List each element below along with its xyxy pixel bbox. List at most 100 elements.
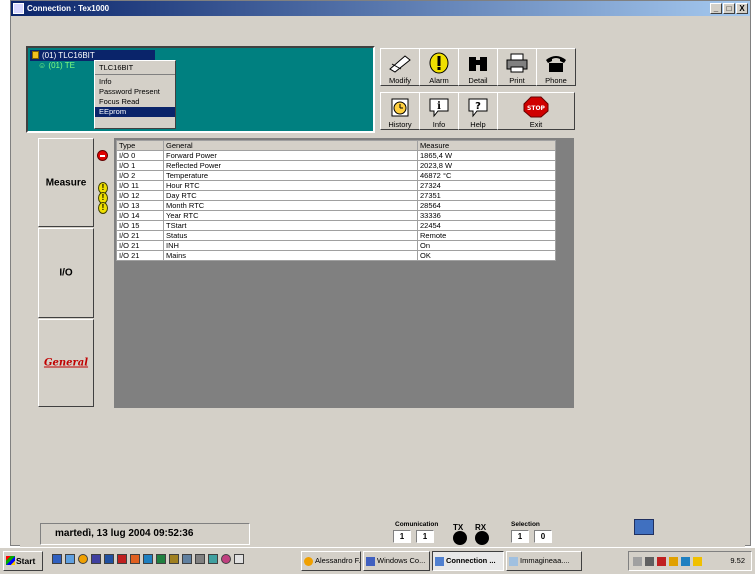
phone-label: Phone bbox=[545, 76, 567, 85]
tx-led-icon bbox=[453, 531, 467, 545]
measure-cell: On bbox=[417, 240, 556, 251]
detail-button[interactable]: Detail bbox=[458, 48, 498, 86]
table-row[interactable]: I/O 21 Mains OK bbox=[116, 250, 556, 261]
close-button[interactable]: X bbox=[736, 3, 748, 14]
table-row[interactable]: I/O 0 Forward Power 1865,4 W bbox=[116, 150, 556, 161]
task-windows-commander[interactable]: Windows Co... bbox=[363, 551, 430, 571]
type-cell: I/O 12 bbox=[116, 190, 164, 201]
tool-icon[interactable] bbox=[169, 554, 179, 564]
bluetooth-icon[interactable] bbox=[681, 557, 690, 566]
computer-icon bbox=[634, 519, 654, 535]
svg-text:?: ? bbox=[475, 101, 481, 112]
status-bar: martedì, 13 lug 2004 09:52:36 Comunicati… bbox=[20, 519, 745, 549]
table-row[interactable]: I/O 13 Month RTC 28564 bbox=[116, 200, 556, 211]
general-cell: Status bbox=[163, 230, 418, 241]
system-tray: 9.52 bbox=[628, 551, 752, 571]
ie-icon[interactable] bbox=[52, 554, 62, 564]
connection-app-icon bbox=[435, 557, 444, 566]
minimize-button[interactable]: _ bbox=[710, 3, 722, 14]
utility-icon[interactable] bbox=[195, 554, 205, 564]
header-measure[interactable]: Measure bbox=[417, 140, 556, 151]
measure-cell: 28564 bbox=[417, 200, 556, 211]
info-button[interactable]: i Info bbox=[419, 92, 459, 130]
table-row[interactable]: I/O 1 Reflected Power 2023,8 W bbox=[116, 160, 556, 171]
device-subnode[interactable]: ☺ (01) TE bbox=[38, 61, 75, 71]
save-icon[interactable] bbox=[91, 554, 101, 564]
header-general[interactable]: General bbox=[163, 140, 418, 151]
app-icon[interactable] bbox=[13, 3, 24, 14]
word-icon[interactable] bbox=[104, 554, 114, 564]
table-row[interactable]: I/O 11 Hour RTC 27324 bbox=[116, 180, 556, 191]
task-immagine[interactable]: Immagineaa.... bbox=[506, 551, 582, 571]
volume-icon[interactable] bbox=[633, 557, 642, 566]
messenger-tray-icon[interactable] bbox=[669, 557, 678, 566]
device-tree-panel[interactable]: (01) TLC16BIT ☺ (01) TE bbox=[26, 46, 375, 133]
browser-icon[interactable] bbox=[221, 554, 231, 564]
table-row[interactable]: I/O 14 Year RTC 33336 bbox=[116, 210, 556, 221]
print-button[interactable]: Print bbox=[497, 48, 537, 86]
printer-tray-icon[interactable] bbox=[693, 557, 702, 566]
start-label: Start bbox=[16, 556, 36, 566]
table-row[interactable]: I/O 21 INH On bbox=[116, 240, 556, 251]
alarm-icon bbox=[426, 52, 452, 74]
header-type[interactable]: Type bbox=[116, 140, 164, 151]
general-cell: Day RTC bbox=[163, 190, 418, 201]
excel-icon[interactable] bbox=[156, 554, 166, 564]
modify-label: Modify bbox=[388, 76, 412, 85]
outlook-icon[interactable] bbox=[143, 554, 153, 564]
type-cell: I/O 15 bbox=[116, 220, 164, 231]
task-alessandro[interactable]: Alessandro F... bbox=[301, 551, 361, 571]
binoculars-icon bbox=[465, 52, 491, 74]
table-row[interactable]: I/O 15 TStart 22454 bbox=[116, 220, 556, 231]
history-button[interactable]: History bbox=[380, 92, 420, 130]
tab-io[interactable]: I/O bbox=[38, 228, 94, 318]
menu-item-focus-read[interactable]: Focus Read bbox=[95, 97, 175, 107]
network-icon[interactable] bbox=[182, 554, 192, 564]
phone-button[interactable]: Phone bbox=[536, 48, 576, 86]
table-header-row: Type General Measure bbox=[116, 140, 556, 151]
menu-item-password-present[interactable]: Password Present bbox=[95, 87, 175, 97]
measure-cell: Remote bbox=[417, 230, 556, 241]
maximize-button[interactable]: □ bbox=[723, 3, 735, 14]
menu-item-eeprom[interactable]: EEprom bbox=[95, 107, 175, 117]
type-cell: I/O 21 bbox=[116, 250, 164, 261]
clock[interactable]: 9.52 bbox=[730, 556, 745, 565]
modify-button[interactable]: Modify bbox=[380, 48, 420, 86]
task-connection[interactable]: Connection ... bbox=[432, 551, 504, 571]
desktop-icon[interactable] bbox=[65, 554, 75, 564]
measure-cell: 33336 bbox=[417, 210, 556, 221]
measure-cell: 2023,8 W bbox=[417, 160, 556, 171]
general-cell: Month RTC bbox=[163, 200, 418, 211]
network-tray-icon[interactable] bbox=[645, 557, 654, 566]
info-icon: i bbox=[426, 96, 452, 118]
refresh-icon[interactable] bbox=[208, 554, 218, 564]
powerpoint-icon[interactable] bbox=[130, 554, 140, 564]
media-icon[interactable] bbox=[78, 554, 88, 564]
help-button[interactable]: ? Help bbox=[458, 92, 498, 130]
context-menu: TLC16BIT Info Password Present Focus Rea… bbox=[94, 60, 176, 129]
exit-label: Exit bbox=[529, 120, 543, 129]
svg-text:i: i bbox=[437, 101, 441, 112]
alarm-button[interactable]: Alarm bbox=[419, 48, 459, 86]
smiley-icon: ☺ bbox=[38, 61, 47, 70]
general-cell: Forward Power bbox=[163, 150, 418, 161]
context-menu-header: TLC16BIT bbox=[95, 61, 175, 75]
general-cell: Year RTC bbox=[163, 210, 418, 221]
title-bar[interactable]: Connection : Tex1000 _ □ X bbox=[11, 1, 750, 16]
tab-measure[interactable]: Measure bbox=[38, 138, 94, 227]
notepad-icon[interactable] bbox=[234, 554, 244, 564]
start-button[interactable]: Start bbox=[3, 551, 43, 571]
table-row[interactable]: I/O 12 Day RTC 27351 bbox=[116, 190, 556, 201]
status-icon-column: ! ! ! bbox=[94, 138, 114, 408]
antivirus-icon[interactable] bbox=[657, 557, 666, 566]
access-icon[interactable] bbox=[117, 554, 127, 564]
windows-logo-icon bbox=[6, 556, 15, 565]
general-cell: INH bbox=[163, 240, 418, 251]
table-row[interactable]: I/O 21 Status Remote bbox=[116, 230, 556, 241]
type-cell: I/O 0 bbox=[116, 150, 164, 161]
tab-general[interactable]: General bbox=[38, 319, 94, 407]
menu-item-info[interactable]: Info bbox=[95, 77, 175, 87]
window-title: Connection : Tex1000 bbox=[27, 4, 110, 13]
exit-button[interactable]: STOP Exit bbox=[497, 92, 575, 130]
table-row[interactable]: I/O 2 Temperature 46872 °C bbox=[116, 170, 556, 181]
